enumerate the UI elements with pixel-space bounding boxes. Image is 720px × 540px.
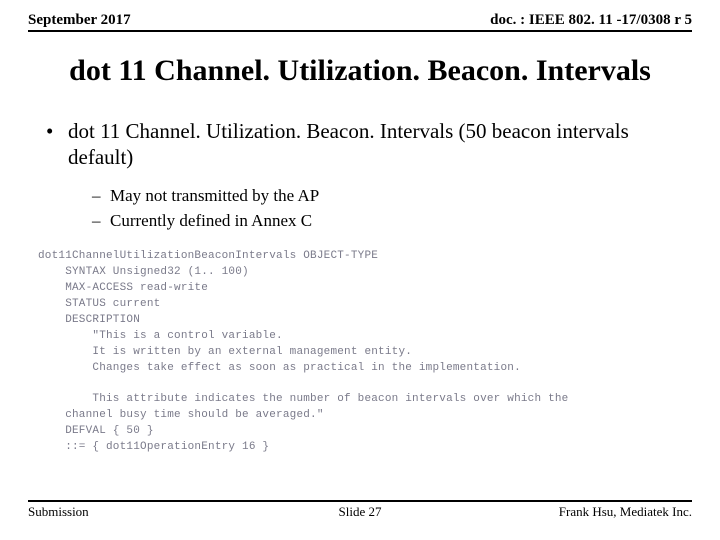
code-line: "This is a control variable. (38, 330, 283, 342)
code-line: This attribute indicates the number of b… (38, 393, 568, 405)
code-line: dot11ChannelUtilizationBeaconIntervals O… (38, 250, 378, 262)
code-line: STATUS current (38, 298, 160, 310)
page-title: dot 11 Channel. Utilization. Beacon. Int… (28, 54, 692, 88)
sub-bullet-list: – May not transmitted by the AP – Curren… (92, 185, 692, 232)
footer: Submission Slide 27 Frank Hsu, Mediatek … (28, 500, 692, 520)
footer-rule (28, 500, 692, 502)
sub-bullet-text: May not transmitted by the AP (110, 185, 319, 206)
dash-icon: – (92, 210, 110, 231)
code-line: Changes take effect as soon as practical… (38, 362, 521, 374)
header: September 2017 doc. : IEEE 802. 11 -17/0… (28, 12, 692, 32)
code-line: DESCRIPTION (38, 314, 140, 326)
header-date: September 2017 (28, 12, 131, 29)
bullet-item: • dot 11 Channel. Utilization. Beacon. I… (46, 118, 692, 171)
dash-icon: – (92, 185, 110, 206)
sub-bullet-item: – Currently defined in Annex C (92, 210, 692, 231)
slide: September 2017 doc. : IEEE 802. 11 -17/0… (0, 0, 720, 540)
code-block: dot11ChannelUtilizationBeaconIntervals O… (38, 249, 692, 456)
code-line: ::= { dot11OperationEntry 16 } (38, 441, 269, 453)
code-line: It is written by an external management … (38, 346, 412, 358)
sub-bullet-item: – May not transmitted by the AP (92, 185, 692, 206)
code-line: DEFVAL { 50 } (38, 425, 154, 437)
bullet-dot-icon: • (46, 118, 68, 171)
footer-slide-number: Slide 27 (28, 504, 692, 520)
code-line: channel busy time should be averaged." (38, 409, 324, 421)
bullet-list: • dot 11 Channel. Utilization. Beacon. I… (46, 118, 692, 231)
bullet-text: dot 11 Channel. Utilization. Beacon. Int… (68, 118, 692, 171)
code-line: MAX-ACCESS read-write (38, 282, 208, 294)
sub-bullet-text: Currently defined in Annex C (110, 210, 312, 231)
header-doc-id: doc. : IEEE 802. 11 -17/0308 r 5 (490, 12, 692, 29)
code-line: SYNTAX Unsigned32 (1.. 100) (38, 266, 249, 278)
